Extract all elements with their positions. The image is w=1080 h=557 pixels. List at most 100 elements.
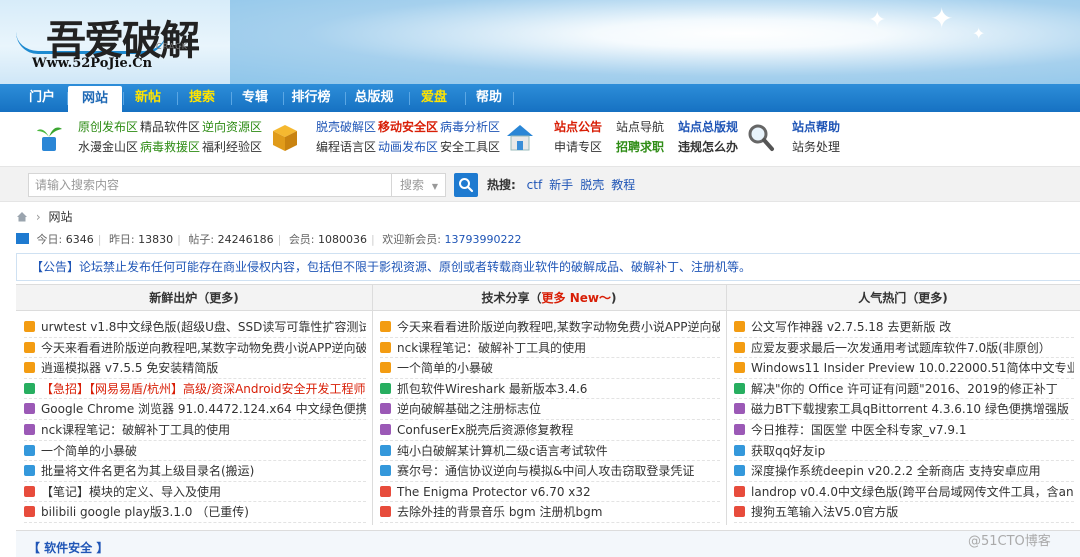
forum-link[interactable]: 福利经验区 <box>202 140 262 154</box>
breadcrumb-separator: › <box>35 210 41 224</box>
thread-item[interactable]: 解决"你的 Office 许可证有问题"2016、2019的修正补丁 <box>734 379 1074 400</box>
thread-item[interactable]: landrop v0.4.0中文绿色版(跨平台局域网传文件工具，含andrio <box>734 482 1074 503</box>
thread-item[interactable]: bilibili google play版3.1.0 （已重传) <box>24 502 366 523</box>
forum-link[interactable]: 病毒救援区 <box>140 140 200 154</box>
thread-item[interactable]: 今天来看看进阶版逆向教程吧,某数字动物免费小说APP逆向破 <box>24 338 366 359</box>
nav-item[interactable]: 门户 <box>18 84 66 112</box>
thread-item[interactable]: nck课程笔记：破解补丁工具的使用 <box>380 338 720 359</box>
thread-title: urwtest v1.8中文绿色版(超级U盘、SSD读写可靠性扩容测试工 <box>41 320 366 334</box>
search-type-select[interactable]: 搜索 ▼ <box>392 173 446 197</box>
thread-title: 应爱友要求最后一次发通用考试题库软件7.0版(非原创） <box>751 340 1051 355</box>
thread-item[interactable]: 纯小白破解某计算机二级c语言考试软件 <box>380 441 720 462</box>
rank-icon <box>24 341 35 353</box>
thread-title: 一个简单的小暴破 <box>397 361 494 376</box>
nav-item[interactable]: 新帖 <box>124 84 172 112</box>
column-header[interactable]: 技术分享（更多 New～) <box>372 285 726 311</box>
hot-search-keyword[interactable]: 新手 <box>549 178 573 192</box>
forum-link[interactable]: 动画发布区 <box>378 140 438 154</box>
section-title[interactable]: 【 软件安全 】 <box>28 539 108 556</box>
thread-title: 赛尔号：通信协议逆向与模拟&中间人攻击窃取登录凭证 <box>397 464 695 479</box>
rank-icon <box>734 444 745 456</box>
thread-item[interactable]: 一个简单的小暴破 <box>380 358 720 379</box>
thread-item[interactable]: ConfuserEx脱壳后资源修复教程 <box>380 420 720 441</box>
nav-item[interactable]: 总版规 <box>346 84 402 112</box>
thread-item[interactable]: 获取qq好友ip <box>734 441 1074 462</box>
forum-link[interactable]: 脱壳破解区 <box>316 120 376 134</box>
hot-search-keyword[interactable]: 脱壳 <box>580 178 604 192</box>
forum-link[interactable]: 站点导航 <box>616 120 664 134</box>
search-icon <box>459 178 474 193</box>
thread-item[interactable]: 深度操作系统deepin v20.2.2 全新商店 支持安卓应用 <box>734 461 1074 482</box>
forum-link[interactable]: 原创发布区 <box>78 120 138 134</box>
thread-item[interactable]: 批量将文件名更名为其上级目录名(搬运) <box>24 461 366 482</box>
site-logo[interactable]: 吾爱破解 CRACK Www.52PoJie.Cn <box>16 6 216 76</box>
thread-column: 技术分享（更多 New～) 今天来看看进阶版逆向教程吧,某数字动物免费小说APP逆… <box>372 285 726 525</box>
nav-separator <box>409 92 410 105</box>
forum-link[interactable]: 移动安全区 <box>378 120 438 134</box>
thread-columns: 新鲜出炉（更多) urwtest v1.8中文绿色版(超级U盘、SSD读写可靠性扩… <box>16 284 1080 525</box>
search-input[interactable]: 请输入搜索内容 <box>28 173 392 197</box>
forum-link[interactable]: 招聘求职 <box>616 140 664 154</box>
column-header[interactable]: 新鲜出炉（更多) <box>16 285 372 311</box>
thread-item[interactable]: 抓包软件Wireshark 最新版本3.4.6 <box>380 379 720 400</box>
nav-separator <box>177 92 178 105</box>
thread-item[interactable]: 应爱友要求最后一次发通用考试题库软件7.0版(非原创） <box>734 338 1074 359</box>
thread-item[interactable]: 今日推荐：国医堂 中医全科专家_v7.9.1 <box>734 420 1074 441</box>
nav-item[interactable]: 爱盘 <box>410 84 458 112</box>
nav-item[interactable]: 专辑 <box>232 84 278 112</box>
forum-link[interactable]: 站点公告 <box>554 120 602 134</box>
newest-member-link[interactable]: 13793990222 <box>444 233 521 246</box>
rank-icon <box>380 444 391 456</box>
forum-link[interactable]: 编程语言区 <box>316 140 376 154</box>
home-icon[interactable] <box>16 211 28 222</box>
thread-item[interactable]: urwtest v1.8中文绿色版(超级U盘、SSD读写可靠性扩容测试工 <box>24 317 366 338</box>
search-button[interactable] <box>454 173 478 197</box>
announcement[interactable]: 【公告】论坛禁止发布任何可能存在商业侵权内容，包括但不限于影视资源、原创或者转载… <box>16 253 1080 281</box>
thread-item[interactable]: 【急招】【网易易盾/杭州】高级/资深Android安全开发工程师 <box>24 379 366 400</box>
breadcrumb-current[interactable]: 网站 <box>48 210 72 224</box>
forum-link[interactable]: 水漫金山区 <box>78 140 138 154</box>
thread-item[interactable]: nck课程笔记：破解补丁工具的使用 <box>24 420 366 441</box>
forum-link[interactable]: 逆向资源区 <box>202 120 262 134</box>
column-title-close: ) <box>610 291 617 305</box>
thread-item[interactable]: 搜狗五笔输入法V5.0官方版 <box>734 502 1074 523</box>
thread-item[interactable]: 去除外挂的背景音乐 bgm 注册机bgm <box>380 502 720 523</box>
forum-links-band: 原创发布区 精品软件区 逆向资源区水漫金山区 病毒救援区 福利经验区 脱壳破解区 移动安全区… <box>0 112 1080 164</box>
forum-link[interactable]: 申请专区 <box>554 140 602 154</box>
thread-item[interactable]: The Enigma Protector v6.70 x32 <box>380 482 720 503</box>
rank-icon <box>380 341 391 353</box>
rank-icon <box>734 423 745 435</box>
thread-column: 人气热门（更多) 公文写作神器 v2.7.5.18 去更新版 改应爱友要求最后一次… <box>726 285 1080 525</box>
thread-item[interactable]: 【笔记】模块的定义、导入及使用 <box>24 482 366 503</box>
thread-item[interactable]: Google Chrome 浏览器 91.0.4472.124.x64 中文绿色… <box>24 399 366 420</box>
forum-link[interactable]: 违规怎么办 <box>678 140 738 154</box>
thread-title: ConfuserEx脱壳后资源修复教程 <box>397 422 574 437</box>
breadcrumb: › 网站 <box>16 210 72 224</box>
column-header[interactable]: 人气热门（更多) <box>726 285 1080 311</box>
nav-item[interactable]: 搜索 <box>178 84 226 112</box>
nav-item[interactable]: 帮助 <box>466 84 512 112</box>
rank-icon <box>24 423 35 435</box>
thread-item[interactable]: 赛尔号：通信协议逆向与模拟&中间人攻击窃取登录凭证 <box>380 461 720 482</box>
thread-item[interactable]: Windows11 Insider Preview 10.0.22000.51简… <box>734 358 1074 379</box>
rank-icon <box>734 341 745 353</box>
nav-item[interactable]: 网站 <box>68 86 122 114</box>
forum-link[interactable]: 站点帮助 <box>792 120 840 134</box>
hot-search-keyword[interactable]: 教程 <box>611 178 635 192</box>
hot-search-keyword[interactable]: ctf <box>527 178 543 192</box>
thread-item[interactable]: 逍遥模拟器 v7.5.5 免安装精简版 <box>24 358 366 379</box>
more-link[interactable]: 更多 New～ <box>542 291 611 305</box>
forum-link[interactable]: 病毒分析区 <box>440 120 500 134</box>
thread-item[interactable]: 今天来看看进阶版逆向教程吧,某数字动物免费小说APP逆向破 <box>380 317 720 338</box>
forum-link[interactable]: 站点总版规 <box>678 120 738 134</box>
forum-link[interactable]: 站务处理 <box>792 140 840 154</box>
thread-item[interactable]: 公文写作神器 v2.7.5.18 去更新版 改 <box>734 317 1074 338</box>
thread-title: 逍遥模拟器 v7.5.5 免安装精简版 <box>41 361 219 376</box>
thread-title: 今天来看看进阶版逆向教程吧,某数字动物免费小说APP逆向破 <box>397 320 720 334</box>
thread-item[interactable]: 逆向破解基础之注册标志位 <box>380 399 720 420</box>
thread-item[interactable]: 一个简单的小暴破 <box>24 441 366 462</box>
nav-item[interactable]: 排行榜 <box>284 84 338 112</box>
thread-item[interactable]: 磁力BT下载搜索工具qBittorrent 4.3.6.10 绿色便携增强版 <box>734 399 1074 420</box>
forum-link[interactable]: 精品软件区 <box>140 120 200 134</box>
forum-link[interactable]: 安全工具区 <box>440 140 500 154</box>
